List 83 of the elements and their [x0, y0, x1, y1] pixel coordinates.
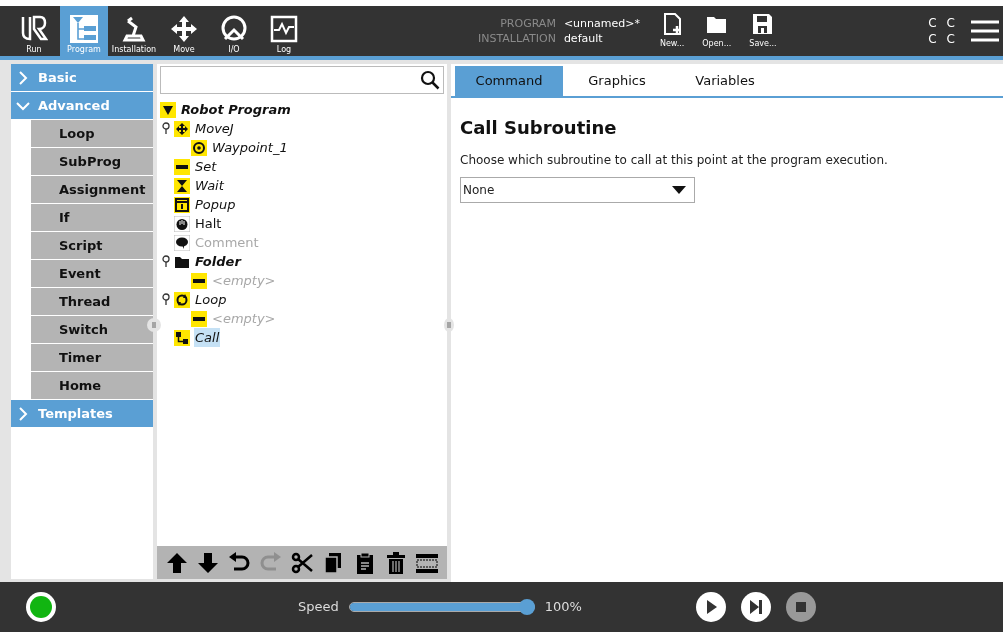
menu-icon[interactable] — [971, 20, 999, 42]
tree-node[interactable]: Halt — [194, 213, 223, 234]
search-icon[interactable] — [420, 70, 440, 90]
robot-arm-icon — [120, 15, 148, 43]
status-letter: C — [928, 31, 937, 47]
caret-icon — [672, 186, 686, 194]
tree-node[interactable]: Robot Program — [180, 99, 292, 120]
subroutine-dropdown[interactable]: None — [460, 177, 695, 203]
new-file-icon — [661, 12, 683, 35]
expand-pin-icon[interactable] — [162, 255, 170, 267]
expand-pin-icon[interactable] — [162, 293, 170, 305]
call-icon — [174, 329, 190, 346]
sidebar-item[interactable]: SubProg — [31, 148, 153, 175]
sidebar-item[interactable]: If — [31, 204, 153, 231]
hourglass-icon — [174, 177, 190, 194]
speed-label: Speed — [298, 598, 339, 617]
speed-reading: 100% — [544, 598, 582, 617]
nav-tab[interactable]: Log — [260, 6, 308, 56]
description-text: Choose which subroutine to call at this point at the program execution. — [460, 152, 889, 169]
program-tree-icon — [70, 15, 98, 43]
tree-node[interactable]: Waypoint_1 — [211, 137, 289, 158]
status-letter: C — [928, 15, 937, 31]
tree-node[interactable]: MoveJ — [194, 118, 235, 139]
sidebar-item[interactable]: Timer — [31, 344, 153, 371]
down-arrow-icon[interactable] — [197, 551, 219, 574]
bar-icon — [174, 158, 190, 175]
panel-title: Call Subroutine — [460, 116, 618, 140]
tree-node[interactable]: Popup — [194, 194, 237, 215]
expand-pin-icon[interactable] — [162, 122, 170, 134]
sidebar-item[interactable]: Script — [31, 232, 153, 259]
info-value: default — [563, 31, 604, 46]
nav-tab[interactable]: Run — [10, 6, 58, 56]
splitter-handle[interactable] — [147, 318, 161, 332]
tree-node[interactable]: Folder — [194, 251, 242, 272]
step-button[interactable] — [740, 592, 771, 622]
bar-icon — [191, 272, 207, 289]
tab[interactable]: Command — [455, 66, 563, 96]
io-icon — [220, 15, 248, 43]
play-icon — [707, 600, 718, 614]
sidebar-item[interactable]: Home — [31, 372, 153, 399]
bar-icon — [191, 310, 207, 327]
stop-icon — [795, 602, 806, 612]
up-arrow-icon[interactable] — [165, 551, 188, 574]
logo-icon — [20, 15, 48, 43]
file-button[interactable]: Open... — [702, 12, 732, 50]
sidebar-item[interactable]: Loop — [31, 120, 153, 147]
trash-icon[interactable] — [384, 551, 407, 574]
sidebar-item[interactable]: Switch — [31, 316, 153, 343]
loop-icon — [174, 291, 190, 308]
info-label: INSTALLATION — [478, 31, 556, 46]
chevron-right-icon — [16, 406, 30, 421]
move-arrows-icon — [174, 120, 190, 137]
tree-node[interactable]: Call — [194, 327, 221, 348]
nav-tab[interactable]: Installation — [110, 6, 158, 56]
tree-node[interactable]: Wait — [194, 175, 225, 196]
file-button[interactable]: Save... — [749, 12, 777, 50]
chevron-right-icon — [16, 70, 30, 85]
search-field[interactable] — [160, 66, 444, 94]
speed-slider[interactable] — [348, 599, 535, 615]
undo-icon[interactable] — [228, 551, 251, 574]
speech-bubble-icon — [174, 234, 190, 251]
nav-tab[interactable]: I/O — [210, 6, 258, 56]
status-letter: C — [946, 15, 955, 31]
sidebar-item[interactable]: Event — [31, 260, 153, 287]
play-button[interactable] — [695, 592, 726, 622]
tree-node[interactable]: Set — [194, 156, 218, 177]
info-label: PROGRAM — [499, 16, 556, 31]
file-button[interactable]: New... — [659, 12, 685, 50]
sidebar-item[interactable]: Assignment — [31, 176, 153, 203]
scissors-icon[interactable] — [290, 551, 313, 574]
log-chart-icon — [270, 15, 298, 43]
sidebar-item[interactable]: Thread — [31, 288, 153, 315]
target-icon — [191, 139, 207, 156]
step-icon — [749, 600, 762, 614]
suppress-icon[interactable] — [416, 551, 439, 574]
nav-tab[interactable]: Move — [160, 6, 208, 56]
move-arrows-icon — [170, 15, 198, 43]
status-letter: C — [946, 31, 955, 47]
splitter-handle[interactable] — [444, 318, 454, 332]
hand-icon — [174, 215, 190, 232]
tree-node[interactable]: Loop — [194, 289, 228, 310]
popup-window-icon — [174, 196, 190, 213]
info-value: <unnamed>* — [563, 16, 640, 31]
